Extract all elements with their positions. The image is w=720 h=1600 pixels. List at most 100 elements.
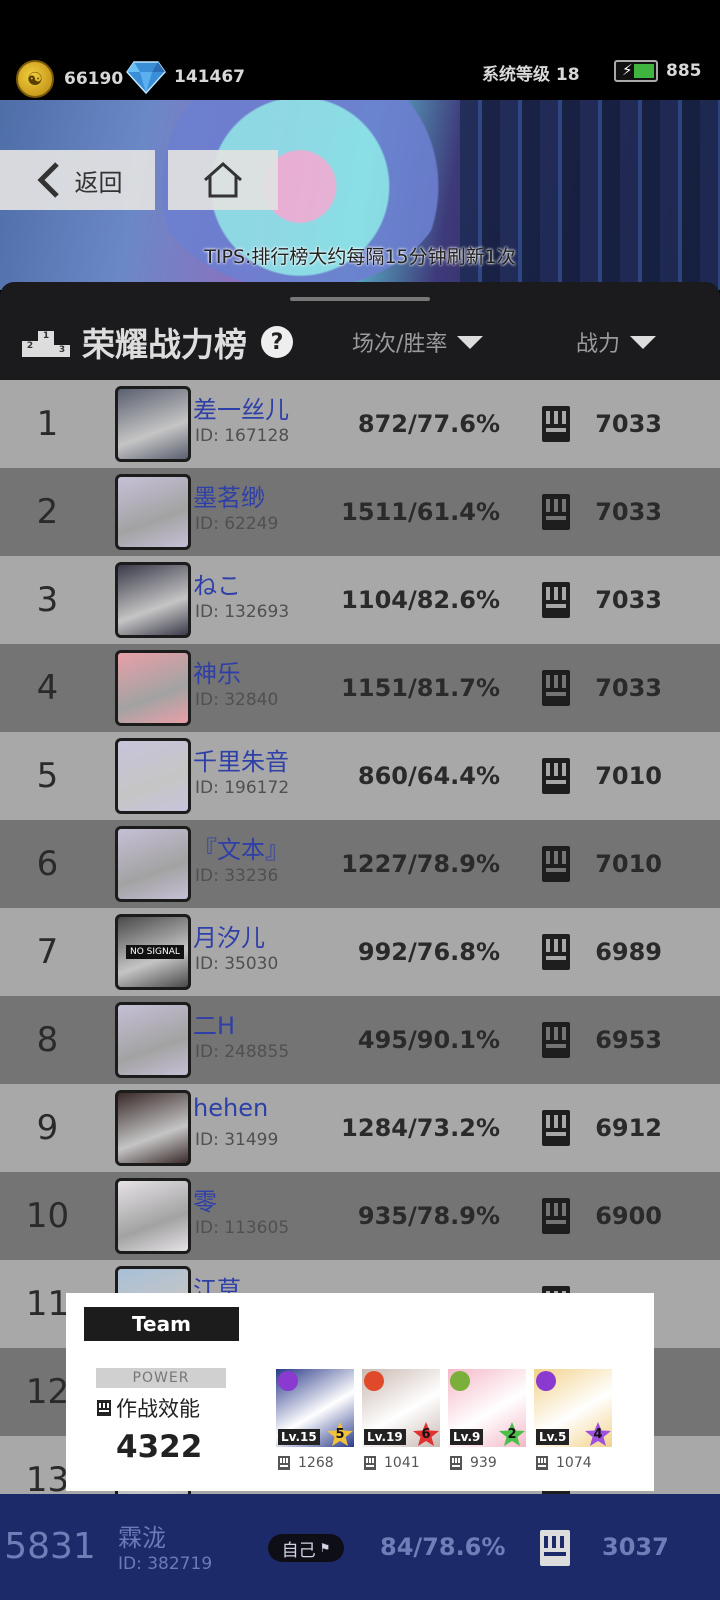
player-id: ID: 113605	[195, 1218, 290, 1238]
rank-number: 5	[36, 756, 59, 796]
fist-icon	[278, 1456, 290, 1470]
player-name[interactable]: 墨茗缈	[193, 478, 265, 513]
player-id: ID: 35030	[195, 954, 279, 974]
avatar[interactable]	[115, 562, 191, 638]
leaderboard-row[interactable]: 4 神乐 ID: 32840 1151/81.7% 7033	[0, 644, 720, 732]
player-name[interactable]: hehen	[193, 1094, 268, 1122]
hero-power: 1041	[364, 1455, 454, 1471]
rank-number: 4	[36, 668, 59, 708]
avatar[interactable]	[115, 474, 191, 550]
sort-down-icon	[630, 335, 657, 349]
rank-number: 8	[36, 1020, 59, 1060]
efficiency-value: 4322	[116, 1429, 203, 1465]
rank-number: 3	[36, 580, 59, 620]
sort-rate-button[interactable]: 场次/胜率	[352, 326, 484, 358]
hero-power: 939	[450, 1455, 540, 1471]
leaderboard-row[interactable]: 8 二H ID: 248855 495/90.1% 6953	[0, 996, 720, 1084]
player-name[interactable]: 二H	[193, 1006, 235, 1041]
hero-card[interactable]: Lv.15 5	[276, 1369, 354, 1447]
player-id: ID: 248855	[195, 1042, 290, 1062]
player-id: ID: 196172	[195, 778, 290, 798]
hero-level: Lv.5	[536, 1429, 570, 1445]
leaderboard-row[interactable]: 9 hehen ID: 31499 1284/73.2% 6912	[0, 1084, 720, 1172]
fist-icon	[542, 758, 570, 794]
fist-icon	[542, 582, 570, 618]
self-rate: 84/78.6%	[380, 1533, 506, 1561]
avatar[interactable]	[115, 1090, 191, 1166]
home-icon	[204, 161, 242, 198]
player-name[interactable]: 神乐	[193, 654, 241, 689]
hero-card[interactable]: Lv.9 2	[448, 1369, 526, 1447]
hero-level: Lv.15	[278, 1429, 320, 1445]
hero-level: Lv.9	[450, 1429, 484, 1445]
avatar[interactable]	[115, 1002, 191, 1078]
leaderboard-row[interactable]: 7 NO SIGNAL 月汐儿 ID: 35030 992/76.8% 6989	[0, 908, 720, 996]
rank-number: 6	[36, 844, 59, 884]
fist-icon	[542, 1022, 570, 1058]
self-power: 3037	[602, 1533, 669, 1561]
self-name: 霖泷	[118, 1524, 166, 1552]
avatar[interactable]	[115, 1178, 191, 1254]
back-label: 返回	[74, 168, 123, 197]
help-icon[interactable]: ?	[261, 326, 293, 358]
self-row[interactable]: 5831 霖泷 ID: 382719 自己 ⚑ 84/78.6% 3037	[0, 1494, 720, 1600]
star-icon: 4	[584, 1421, 612, 1447]
fist-icon	[542, 1110, 570, 1146]
element-icon	[364, 1371, 384, 1391]
player-id: ID: 33236	[195, 866, 279, 886]
flag-icon: ⚑	[319, 1541, 331, 1555]
diamond-icon	[126, 61, 166, 94]
player-name[interactable]: 『文本』	[193, 830, 289, 865]
hero-card[interactable]: Lv.19 6	[362, 1369, 440, 1447]
fist-icon	[542, 494, 570, 530]
fist-icon	[542, 1198, 570, 1234]
player-name[interactable]: 零	[193, 1182, 217, 1217]
match-rate: 495/90.1%	[357, 1026, 500, 1054]
hero-level: Lv.19	[364, 1429, 406, 1445]
leaderboard-row[interactable]: 6 『文本』 ID: 33236 1227/78.9% 7010	[0, 820, 720, 908]
leaderboard-row[interactable]: 10 零 ID: 113605 935/78.9% 6900	[0, 1172, 720, 1260]
match-rate: 1151/81.7%	[341, 674, 500, 702]
avatar[interactable]	[115, 650, 191, 726]
back-button[interactable]: 返回	[0, 150, 155, 210]
power-value: 6900	[595, 1202, 662, 1230]
power-value: 7033	[595, 674, 662, 702]
avatar[interactable]	[115, 386, 191, 462]
tips-text: TIPS:排行榜大约每隔15分钟刷新1次	[204, 246, 516, 268]
chevron-left-icon	[36, 162, 59, 198]
gem-counter: 141467	[126, 60, 245, 94]
match-rate: 1104/82.6%	[341, 586, 500, 614]
podium-icon: 2 1 3	[22, 327, 70, 357]
player-id: ID: 132693	[195, 602, 290, 622]
avatar[interactable]	[115, 826, 191, 902]
player-id: ID: 32840	[195, 690, 279, 710]
player-name[interactable]: 月汐儿	[193, 918, 265, 953]
leaderboard-row[interactable]: 2 墨茗缈 ID: 62249 1511/61.4% 7033	[0, 468, 720, 556]
leaderboard-row[interactable]: 3 ねこ ID: 132693 1104/82.6% 7033	[0, 556, 720, 644]
player-id: ID: 62249	[195, 514, 279, 534]
sort-power-button[interactable]: 战力	[576, 326, 657, 358]
power-value: 6989	[595, 938, 662, 966]
player-name[interactable]: 千里朱音	[193, 742, 289, 777]
player-name[interactable]: 差一丝儿	[193, 390, 289, 425]
energy-amount: 885	[666, 61, 702, 81]
hero-card[interactable]: Lv.5 4	[534, 1369, 612, 1447]
rank-number: 9	[36, 1108, 59, 1148]
leaderboard-row[interactable]: 1 差一丝儿 ID: 167128 872/77.6% 7033	[0, 380, 720, 468]
player-name[interactable]: ねこ	[193, 566, 241, 601]
self-badge: 自己 ⚑	[268, 1534, 344, 1562]
drag-handle[interactable]	[290, 297, 430, 301]
hero-star-count: 2	[507, 1426, 517, 1442]
status-bar: ☯ 66190 141467 系统等级 18 ⚡ 885	[0, 0, 720, 112]
match-rate: 935/78.9%	[357, 1202, 500, 1230]
element-icon	[278, 1371, 298, 1391]
hero-power: 1268	[278, 1455, 368, 1471]
avatar[interactable]	[115, 738, 191, 814]
home-button[interactable]	[168, 150, 278, 210]
rank-number: 7	[36, 932, 59, 972]
leaderboard-row[interactable]: 5 千里朱音 ID: 196172 860/64.4% 7010	[0, 732, 720, 820]
avatar[interactable]: NO SIGNAL	[115, 914, 191, 990]
match-rate: 1284/73.2%	[341, 1114, 500, 1142]
fist-icon	[364, 1456, 376, 1470]
system-level: 系统等级 18	[482, 65, 580, 85]
